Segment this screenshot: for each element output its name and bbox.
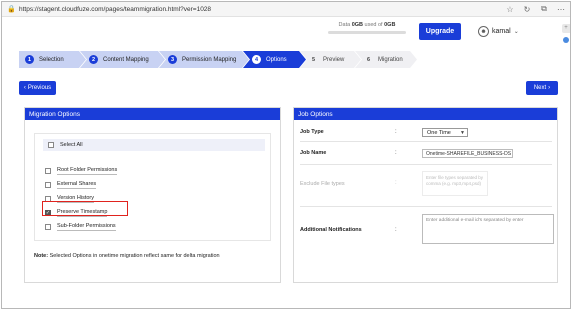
refresh-icon[interactable]: ↻ <box>522 4 532 14</box>
notifications-textarea[interactable]: Enter additional e-mail id's separated b… <box>422 214 554 244</box>
data-usage-text: Data 0GB used of 0GB <box>338 22 396 28</box>
migration-options-panel: Migration Options Select All Root Folder… <box>24 107 281 283</box>
user-menu[interactable]: ☻ kamal ⌄ <box>478 26 519 37</box>
job-name-input[interactable]: Onetime-SHAREFILE_BUSINESS-DS <box>422 149 513 158</box>
next-button[interactable]: Next › <box>526 81 558 95</box>
job-type-select[interactable]: One Time ▼ <box>422 128 468 137</box>
url-text[interactable]: https://stagent.cloudfuze.com/pages/team… <box>19 6 211 13</box>
chevron-left-icon: ‹ <box>23 85 26 91</box>
exclude-file-types-input[interactable]: Enter file types separated by comma (e.g… <box>422 171 488 196</box>
step-content-mapping[interactable]: 2 Content Mapping <box>80 51 165 68</box>
checkbox-icon[interactable] <box>48 142 54 148</box>
star-icon[interactable]: ☆ <box>505 4 515 14</box>
checkbox-icon[interactable] <box>45 182 51 188</box>
select-all-row[interactable]: Select All <box>43 139 265 151</box>
option-external-shares[interactable]: External Shares <box>45 181 97 189</box>
options-list: Select All Root Folder Permissions Exter… <box>34 133 271 241</box>
extensions-icon[interactable]: ⧉ <box>539 4 549 14</box>
checkbox-icon[interactable] <box>45 168 51 174</box>
upgrade-button[interactable]: Upgrade <box>419 23 461 40</box>
exclude-file-types-label: Exclude File types <box>300 181 345 187</box>
more-icon[interactable]: ⋯ <box>556 4 566 14</box>
chevron-down-icon: ▼ <box>460 129 465 136</box>
browser-window: 🔒 https://stagent.cloudfuze.com/pages/te… <box>1 1 571 309</box>
browser-address-bar[interactable]: 🔒 https://stagent.cloudfuze.com/pages/te… <box>2 2 570 17</box>
option-sub-folder-permissions[interactable]: Sub-Folder Permissions <box>45 223 116 231</box>
user-icon: ☻ <box>478 26 489 37</box>
side-panel-dot[interactable] <box>563 37 569 43</box>
step-options[interactable]: 4 Options <box>243 51 306 68</box>
step-migration[interactable]: 6 Migration <box>355 51 417 68</box>
chevron-right-icon: › <box>548 85 551 91</box>
previous-button[interactable]: ‹ Previous <box>19 81 56 95</box>
highlight-box <box>42 201 128 216</box>
job-name-label: Job Name <box>300 150 327 156</box>
migration-options-title: Migration Options <box>25 108 280 120</box>
option-root-folder-permissions[interactable]: Root Folder Permissions <box>45 167 118 175</box>
migration-stepper: 1 Selection 2 Content Mapping 3 Permissi… <box>19 51 411 68</box>
data-usage-bar <box>328 31 406 34</box>
divider <box>300 141 552 142</box>
checkbox-icon[interactable] <box>45 224 51 230</box>
migration-note: Note: Selected Options in onetime migrat… <box>34 253 220 259</box>
divider <box>300 164 552 165</box>
job-type-label: Job Type <box>300 129 324 135</box>
select-all-label: Select All <box>60 142 83 148</box>
divider <box>300 206 552 207</box>
job-options-title: Job Options <box>294 108 557 120</box>
job-options-panel: Job Options Job Type : One Time ▼ Job Na… <box>293 107 558 283</box>
browser-toolbar: ☆ ↻ ⧉ ⋯ <box>505 4 566 14</box>
step-preview[interactable]: 5 Preview <box>300 51 361 68</box>
lock-icon: 🔒 <box>7 6 16 13</box>
step-selection[interactable]: 1 Selection <box>19 51 86 68</box>
data-usage: Data 0GB used of 0GB <box>328 22 406 34</box>
step-permission-mapping[interactable]: 3 Permission Mapping <box>159 51 249 68</box>
user-name: kamal <box>492 28 511 35</box>
additional-notifications-label: Additional Notifications <box>300 227 362 233</box>
chevron-down-icon: ⌄ <box>513 29 519 35</box>
side-panel-icon[interactable]: + <box>562 24 570 33</box>
